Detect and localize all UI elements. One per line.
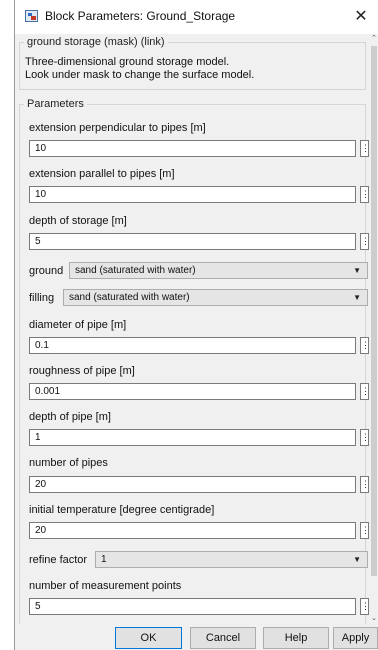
mask-header: ground storage (mask) (link) [24, 36, 168, 48]
help-button[interactable]: Help [263, 627, 329, 649]
measurement-points-input[interactable]: 5 [29, 598, 356, 615]
cancel-button[interactable]: Cancel [190, 627, 256, 649]
ground-label: ground [29, 265, 64, 277]
scroll-up-icon[interactable]: ⌃ [370, 34, 378, 44]
extension-perpendicular-dots-button[interactable]: ⋮ [360, 140, 370, 157]
ground-dropdown[interactable]: sand (saturated with water) ▼ [69, 262, 368, 279]
ok-button[interactable]: OK [115, 627, 182, 649]
mask-description-line2: Look under mask to change the surface mo… [25, 69, 255, 81]
measurement-points-label: number of measurement points [29, 580, 182, 592]
diameter-of-pipe-dots-button[interactable]: ⋮ [360, 337, 370, 354]
initial-temperature-dots-button[interactable]: ⋮ [360, 522, 370, 539]
depth-of-pipe-label: depth of pipe [m] [29, 411, 111, 423]
roughness-of-pipe-label: roughness of pipe [m] [29, 365, 135, 377]
extension-parallel-input[interactable]: 10 [29, 186, 356, 203]
window-title: Block Parameters: Ground_Storage [45, 9, 236, 23]
apply-button[interactable]: Apply [333, 627, 378, 649]
filling-dropdown-value: sand (saturated with water) [69, 292, 190, 303]
diameter-of-pipe-label: diameter of pipe [m] [29, 319, 127, 331]
parameters-group-title: Parameters [24, 98, 87, 110]
extension-parallel-label: extension parallel to pipes [m] [29, 168, 175, 180]
mask-description-line1: Three-dimensional ground storage model. [25, 56, 230, 68]
chevron-down-icon: ▼ [353, 555, 361, 564]
initial-temperature-label: initial temperature [degree centigrade] [29, 504, 215, 516]
depth-of-storage-input[interactable]: 5 [29, 233, 356, 250]
number-of-pipes-dots-button[interactable]: ⋮ [360, 476, 370, 493]
extension-perpendicular-label: extension perpendicular to pipes [m] [29, 122, 206, 134]
chevron-down-icon: ▼ [353, 266, 361, 275]
depth-of-pipe-dots-button[interactable]: ⋮ [360, 429, 370, 446]
depth-of-pipe-input[interactable]: 1 [29, 429, 356, 446]
scroll-down-icon[interactable]: ⌄ [370, 614, 378, 624]
dialog-button-bar: OK Cancel Help Apply [15, 624, 378, 650]
depth-of-storage-dots-button[interactable]: ⋮ [360, 233, 370, 250]
number-of-pipes-label: number of pipes [29, 457, 108, 469]
scroll-thumb[interactable] [371, 46, 377, 576]
measurement-points-dots-button[interactable]: ⋮ [360, 598, 370, 615]
refine-factor-dropdown[interactable]: 1 ▼ [95, 551, 368, 568]
depth-of-storage-label: depth of storage [m] [29, 215, 127, 227]
simulink-block-icon [25, 10, 38, 22]
roughness-of-pipe-input[interactable]: 0.001 [29, 383, 356, 400]
roughness-of-pipe-dots-button[interactable]: ⋮ [360, 383, 370, 400]
diameter-of-pipe-input[interactable]: 0.1 [29, 337, 356, 354]
chevron-down-icon: ▼ [353, 293, 361, 302]
extension-parallel-dots-button[interactable]: ⋮ [360, 186, 370, 203]
refine-factor-dropdown-value: 1 [101, 554, 107, 565]
initial-temperature-input[interactable]: 20 [29, 522, 356, 539]
number-of-pipes-input[interactable]: 20 [29, 476, 356, 493]
extension-perpendicular-input[interactable]: 10 [29, 140, 356, 157]
title-bar: Block Parameters: Ground_Storage ✕ [15, 0, 378, 34]
dialog-window: Block Parameters: Ground_Storage ✕ ⌃ ⌄ g… [14, 0, 378, 650]
filling-dropdown[interactable]: sand (saturated with water) ▼ [63, 289, 368, 306]
refine-factor-label: refine factor [29, 554, 88, 566]
filling-label: filling [29, 292, 55, 304]
close-button[interactable]: ✕ [344, 0, 378, 34]
ground-dropdown-value: sand (saturated with water) [75, 265, 196, 276]
vertical-scrollbar[interactable]: ⌃ ⌄ [370, 34, 378, 624]
